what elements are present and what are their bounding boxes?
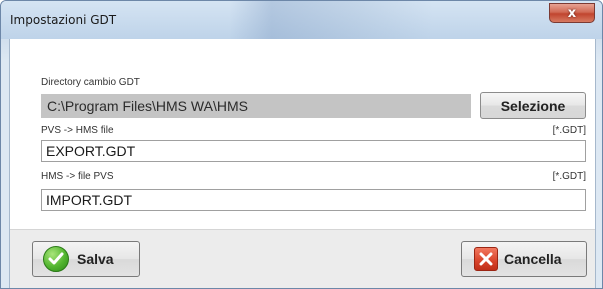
save-button[interactable]: Salva [32, 241, 140, 277]
cancel-button[interactable]: Cancella [461, 241, 587, 277]
window-title: Impostazioni GDT [10, 13, 117, 27]
import-file-label: HMS -> file PVS [41, 171, 114, 182]
dialog-client-area: Directory cambio GDT C:\Program Files\HM… [9, 39, 596, 288]
x-square-icon [474, 247, 498, 271]
close-button[interactable]: x [549, 3, 595, 23]
selezione-button[interactable]: Selezione [480, 92, 586, 119]
export-file-label: PVS -> HMS file [41, 125, 114, 136]
settings-panel: Directory cambio GDT C:\Program Files\HM… [11, 39, 594, 219]
title-bar[interactable]: Impostazioni GDT x [1, 1, 602, 39]
directory-label: Directory cambio GDT [41, 77, 140, 88]
export-extension-hint: [*.GDT] [552, 125, 586, 136]
button-bar: Salva Cancella [10, 229, 595, 288]
save-button-label: Salva [77, 251, 114, 267]
export-file-input[interactable]: EXPORT.GDT [41, 140, 586, 162]
directory-field: C:\Program Files\HMS WA\HMS [41, 94, 471, 118]
close-icon: x [567, 5, 577, 21]
import-file-input[interactable]: IMPORT.GDT [41, 189, 586, 211]
cancel-button-label: Cancella [504, 251, 562, 267]
check-circle-icon [43, 246, 69, 272]
import-extension-hint: [*.GDT] [552, 171, 586, 182]
dialog-window: Impostazioni GDT x Directory cambio GDT … [0, 0, 603, 289]
